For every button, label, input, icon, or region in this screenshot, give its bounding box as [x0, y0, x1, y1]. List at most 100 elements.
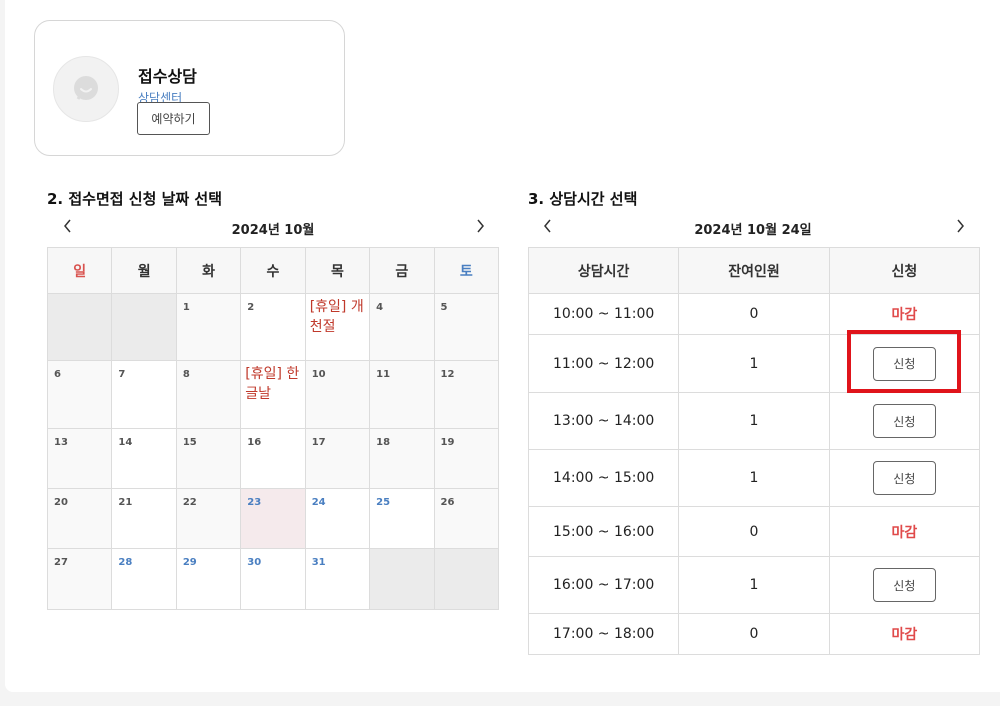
weekday-sat: 토	[433, 247, 500, 294]
calendar-day-cell[interactable]: 24	[304, 488, 371, 549]
calendar-holiday-cell: [휴일] 개천절	[304, 293, 371, 361]
calendar-day-cell: 21	[111, 488, 177, 549]
chevron-left-icon	[63, 219, 71, 233]
slot-action-cell: 신청	[828, 556, 981, 614]
apply-button[interactable]: 신청	[872, 568, 936, 602]
calendar-week-row: 6 7 8 [휴일] 한글날 10 11 12	[46, 360, 500, 429]
weekday-sun: 일	[46, 247, 113, 294]
calendar-day-cell: 2	[240, 293, 306, 361]
avatar	[53, 56, 119, 122]
time-slot-row: 15:00 ~ 16:00 0 마감	[527, 506, 981, 557]
profile-card: 접수상담 상담센터 예약하기	[34, 20, 345, 156]
calendar-empty-cell	[111, 293, 177, 361]
slot-action-cell: 마감	[828, 293, 981, 335]
page-container: 접수상담 상담센터 예약하기 2. 접수면접 신청 날짜 선택 2024년 10…	[5, 0, 1000, 692]
calendar-day-cell: 14	[111, 428, 177, 489]
calendar-day-cell[interactable]: 29	[175, 548, 242, 610]
prev-day-arrow[interactable]	[540, 217, 554, 235]
slot-action-cell: 마감	[828, 613, 981, 655]
weekday-thu: 목	[304, 247, 371, 294]
calendar-day-cell[interactable]: 31	[304, 548, 371, 610]
weekday-header-row: 일 월 화 수 목 금 토	[46, 247, 500, 294]
calendar-day-cell: 20	[46, 488, 113, 549]
slot-time: 10:00 ~ 11:00	[527, 293, 680, 335]
calendar-day-cell: 4	[369, 293, 435, 361]
calendar-day-cell: 1	[175, 293, 242, 361]
slot-remaining: 0	[678, 293, 830, 335]
chevron-right-icon	[476, 219, 484, 233]
calendar-day-cell[interactable]: 28	[111, 548, 177, 610]
time-section-title: 3. 상담시간 선택	[528, 190, 638, 208]
calendar-day-cell: 5	[433, 293, 500, 361]
calendar-day-cell: 12	[433, 360, 500, 429]
weekday-tue: 화	[175, 247, 242, 294]
time-slot-row: 14:00 ~ 15:00 1 신청	[527, 449, 981, 507]
calendar-day-cell: 17	[304, 428, 371, 489]
calendar-month-label: 2024년 10월	[231, 223, 315, 238]
calendar-day-cell: 15	[175, 428, 242, 489]
slot-action-cell: 신청	[828, 334, 981, 393]
calendar-day-cell: 10	[304, 360, 371, 429]
calendar-week-row: 20 21 22 23 24 25 26	[46, 488, 500, 549]
col-header-remaining: 잔여인원	[678, 247, 830, 294]
apply-button[interactable]: 신청	[872, 346, 936, 381]
calendar-day-cell: 22	[175, 488, 242, 549]
slot-action-cell: 신청	[828, 392, 981, 450]
calendar-section-title: 2. 접수면접 신청 날짜 선택	[47, 190, 223, 208]
slot-time: 14:00 ~ 15:00	[527, 449, 680, 507]
calendar-grid: 일 월 화 수 목 금 토 1 2 [휴일] 개천절 4 5 6 7 8 [휴일] 한글날 10 1…	[46, 247, 500, 610]
calendar-day-cell: 18	[369, 428, 435, 489]
apply-button[interactable]: 신청	[872, 461, 936, 495]
time-header-row: 상담시간 잔여인원 신청	[527, 247, 981, 294]
calendar-day-cell: 6	[46, 360, 113, 429]
calendar-day-cell: 27	[46, 548, 113, 610]
closed-label: 마감	[891, 627, 918, 643]
calendar-day-cell[interactable]: 25	[369, 488, 435, 549]
chevron-left-icon	[543, 219, 551, 233]
next-month-arrow[interactable]	[473, 217, 487, 235]
time-slot-row: 10:00 ~ 11:00 0 마감	[527, 293, 981, 335]
calendar-day-cell: 26	[433, 488, 500, 549]
slot-remaining: 1	[678, 334, 830, 393]
calendar-day-selected[interactable]: 23	[240, 488, 306, 549]
slot-remaining: 1	[678, 556, 830, 614]
weekday-fri: 금	[369, 247, 435, 294]
reserve-button[interactable]: 예약하기	[137, 102, 210, 135]
calendar-day-cell: 11	[369, 360, 435, 429]
apply-button[interactable]: 신청	[872, 404, 936, 438]
time-slot-row: 13:00 ~ 14:00 1 신청	[527, 392, 981, 450]
prev-month-arrow[interactable]	[60, 217, 74, 235]
calendar-day-cell: 16	[240, 428, 306, 489]
chat-bubble-icon	[74, 76, 98, 100]
calendar-day-cell: 19	[433, 428, 500, 489]
selected-date-label: 2024년 10월 24일	[694, 223, 812, 238]
slot-action-cell: 마감	[828, 506, 981, 557]
slot-time: 11:00 ~ 12:00	[527, 334, 680, 393]
time-slot-row: 11:00 ~ 12:00 1 신청	[527, 334, 981, 393]
chevron-right-icon	[956, 219, 964, 233]
closed-label: 마감	[891, 307, 918, 323]
time-slot-row: 16:00 ~ 17:00 1 신청	[527, 556, 981, 614]
calendar-empty-cell	[433, 548, 500, 610]
calendar-day-cell[interactable]: 30	[240, 548, 306, 610]
next-day-arrow[interactable]	[953, 217, 967, 235]
slot-remaining: 0	[678, 613, 830, 655]
time-slot-table: 상담시간 잔여인원 신청 10:00 ~ 11:00 0 마감 11:00 ~ 12:…	[527, 247, 981, 655]
slot-time: 16:00 ~ 17:00	[527, 556, 680, 614]
slot-time: 13:00 ~ 14:00	[527, 392, 680, 450]
slot-time: 15:00 ~ 16:00	[527, 506, 680, 557]
calendar-day-cell: 7	[111, 360, 177, 429]
weekday-wed: 수	[240, 247, 306, 294]
calendar-week-row: 1 2 [휴일] 개천절 4 5	[46, 293, 500, 361]
col-header-time: 상담시간	[527, 247, 680, 294]
closed-label: 마감	[891, 524, 918, 541]
time-slot-row: 17:00 ~ 18:00 0 마감	[527, 613, 981, 655]
calendar-day-cell: 13	[46, 428, 113, 489]
calendar-day-cell: 8	[175, 360, 242, 429]
weekday-mon: 월	[111, 247, 177, 294]
slot-action-cell: 신청	[828, 449, 981, 507]
slot-remaining: 1	[678, 449, 830, 507]
calendar-week-row: 27 28 29 30 31	[46, 548, 500, 610]
profile-name: 접수상담	[138, 67, 197, 86]
slot-remaining: 0	[678, 506, 830, 557]
